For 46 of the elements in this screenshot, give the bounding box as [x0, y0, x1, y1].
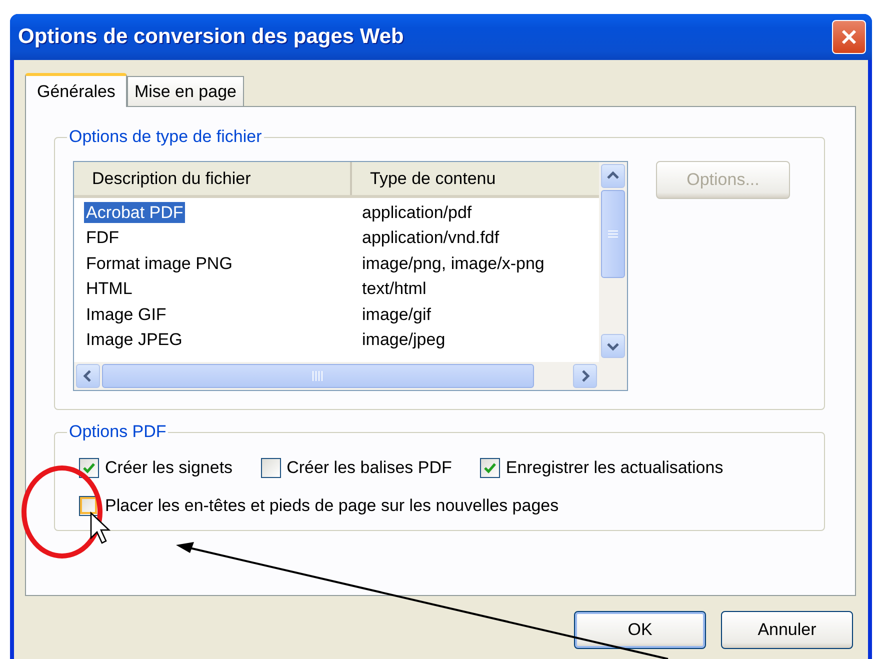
table-cell[interactable]: HTML — [84, 279, 134, 298]
chevron-left-icon — [83, 370, 93, 382]
table-cell[interactable]: Format image PNG — [84, 254, 234, 273]
table-cell-text: text/html — [361, 279, 428, 300]
scroll-up-button[interactable] — [601, 164, 625, 188]
ok-button[interactable]: OK — [574, 611, 706, 649]
close-button[interactable] — [832, 20, 866, 54]
checkmark-icon — [82, 461, 96, 475]
table-cell[interactable]: Image JPEG — [84, 330, 184, 350]
group-title: Options PDF — [68, 422, 168, 442]
scroll-right-button[interactable] — [573, 364, 597, 388]
group-title: Options de type de fichier — [68, 127, 263, 147]
tab[interactable]: Mise en page — [127, 76, 244, 106]
column-header[interactable]: Description du fichier — [74, 162, 352, 195]
close-icon — [839, 27, 859, 47]
chevron-down-icon — [607, 341, 619, 351]
table-cell[interactable]: FDF — [84, 228, 122, 248]
table-cell[interactable]: Acrobat PDF — [84, 202, 186, 223]
mouse-cursor-icon — [90, 512, 111, 544]
checkbox-label: Enregistrer les actualisations — [506, 458, 724, 478]
checkbox-label: Créer les balises PDF — [286, 458, 452, 478]
vertical-scrollbar[interactable] — [599, 162, 627, 390]
tab[interactable]: Générales — [25, 73, 128, 107]
table-cell[interactable]: Image GIF — [84, 304, 168, 324]
scroll-thumb[interactable] — [601, 190, 625, 278]
horizontal-scrollbar[interactable] — [74, 362, 599, 390]
scroll-left-button[interactable] — [76, 364, 100, 388]
checkmark-icon — [482, 461, 497, 475]
chevron-right-icon — [580, 370, 590, 382]
checkbox[interactable] — [480, 458, 500, 478]
scroll-down-button[interactable] — [601, 334, 625, 358]
scroll-thumb[interactable] — [102, 364, 534, 388]
table-cell-text: image/jpeg — [361, 330, 446, 350]
table-cell-text: image/gif — [361, 304, 432, 325]
grip-icon — [608, 229, 618, 239]
window-title: Options de conversion des pages Web — [18, 25, 404, 49]
table-cell-text: application/vnd.fdf — [361, 228, 500, 248]
table-cell-text: application/pdf — [361, 202, 473, 223]
cancel-button[interactable]: Annuler — [721, 611, 853, 649]
checkbox-label: Créer les signets — [105, 458, 233, 478]
grip-icon — [312, 371, 324, 381]
table-cell-text: image/png, image/x-png — [361, 254, 546, 274]
chevron-up-icon — [607, 171, 619, 181]
checkbox-label: Placer les en-têtes et pieds de page sur les nouvelles pages — [105, 496, 559, 516]
column-header[interactable]: Type de contenu — [352, 162, 496, 195]
checkbox[interactable] — [260, 458, 281, 478]
